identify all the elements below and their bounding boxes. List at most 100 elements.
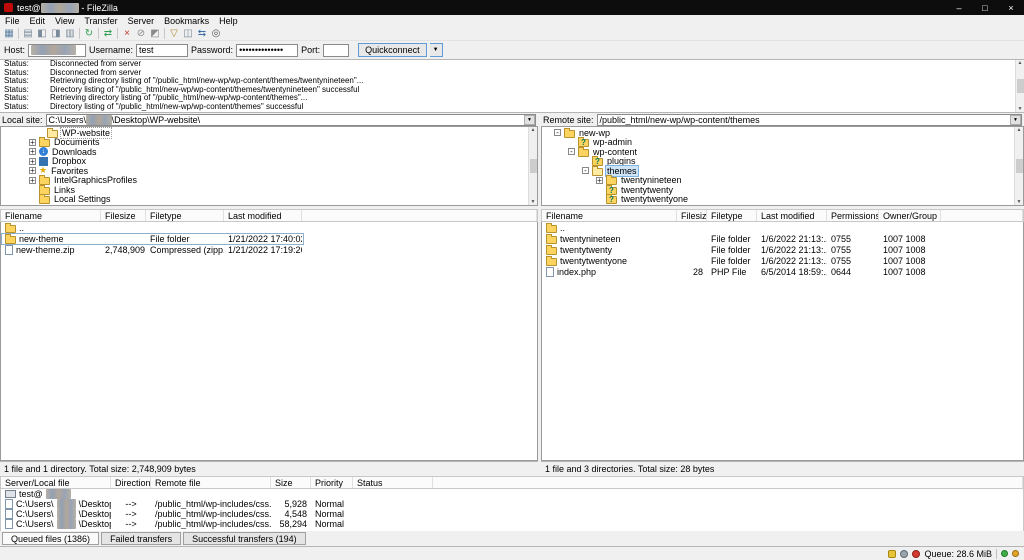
message-log-toggle-icon[interactable]: ▤: [21, 27, 35, 40]
site-manager-icon[interactable]: ▦: [2, 27, 16, 40]
column-filename[interactable]: Filename: [542, 210, 677, 221]
column-last-modified[interactable]: Last modified: [224, 210, 302, 221]
tree-item-favorites[interactable]: +★Favorites: [1, 166, 537, 176]
tab-successful-transfers[interactable]: Successful transfers (194): [183, 532, 306, 545]
disconnect-icon[interactable]: ⊘: [134, 27, 148, 40]
transfer-queue-toggle-icon[interactable]: ▥: [63, 27, 77, 40]
cancel-icon[interactable]: ×: [120, 27, 134, 40]
file-row-parent[interactable]: ..: [542, 222, 1023, 233]
expander-icon[interactable]: +: [29, 167, 36, 174]
tree-item-downloads[interactable]: +↓Downloads: [1, 147, 537, 157]
tab-failed-transfers[interactable]: Failed transfers: [101, 532, 181, 545]
maximize-button[interactable]: □: [972, 0, 998, 15]
local-tree-scrollbar[interactable]: ▲▼: [528, 127, 537, 205]
dropdown-icon[interactable]: ▼: [1010, 115, 1021, 125]
menu-view[interactable]: View: [50, 16, 79, 26]
scroll-thumb[interactable]: [1016, 159, 1023, 173]
quickconnect-dropdown-icon[interactable]: ▼: [430, 43, 443, 57]
column-filetype[interactable]: Filetype: [707, 210, 757, 221]
expander-icon[interactable]: +: [29, 139, 36, 146]
menu-transfer[interactable]: Transfer: [79, 16, 122, 26]
column-status[interactable]: Status: [353, 477, 433, 488]
file-row-parent[interactable]: ..: [1, 222, 537, 233]
local-site-combo[interactable]: C:\Users\████\Desktop\WP-website\ ▼: [46, 114, 536, 126]
queue-server-row[interactable]: test@████: [1, 489, 1023, 499]
column-filesize[interactable]: Filesize: [677, 210, 707, 221]
menu-help[interactable]: Help: [214, 16, 243, 26]
sync-browsing-icon[interactable]: ⇆: [195, 27, 209, 40]
menu-bookmarks[interactable]: Bookmarks: [159, 16, 214, 26]
tree-item-twentytwentyone[interactable]: twentytwentyone: [542, 195, 1023, 205]
column-filesize[interactable]: Filesize: [101, 210, 146, 221]
tree-item-wp-admin[interactable]: wp-admin: [542, 138, 1023, 148]
scroll-thumb[interactable]: [1017, 79, 1024, 93]
host-input[interactable]: ███████: [28, 44, 86, 57]
tree-item-twentynineteen[interactable]: +twentynineteen: [542, 176, 1023, 186]
gear-icon[interactable]: [900, 550, 908, 558]
expander-icon[interactable]: +: [29, 158, 36, 165]
tree-item-local-settings[interactable]: Local Settings: [1, 195, 537, 205]
error-icon[interactable]: [912, 550, 920, 558]
scroll-down-icon[interactable]: ▼: [531, 199, 536, 205]
key-icon[interactable]: [888, 550, 896, 558]
menu-edit[interactable]: Edit: [25, 16, 51, 26]
scroll-up-icon[interactable]: ▲: [531, 127, 536, 133]
tree-item-new-wp[interactable]: -new-wp: [542, 128, 1023, 138]
password-input[interactable]: ••••••••••••••: [236, 44, 298, 57]
minimize-button[interactable]: –: [946, 0, 972, 15]
tree-item-intelgraphicsprofiles[interactable]: +IntelGraphicsProfiles: [1, 176, 537, 186]
column-owner-group[interactable]: Owner/Group: [879, 210, 941, 221]
directory-comparison-icon[interactable]: ◫: [181, 27, 195, 40]
file-row-index-php[interactable]: index.php 28PHP File6/5/2014 18:59:...06…: [542, 266, 1023, 277]
tree-item-themes[interactable]: -themes: [542, 166, 1023, 176]
tree-item-plugins[interactable]: plugins: [542, 157, 1023, 167]
column-permissions[interactable]: Permissions: [827, 210, 879, 221]
queue-item-row[interactable]: C:\Users\███\Desktop\w... -->/public_htm…: [1, 519, 1023, 529]
file-row-new-theme[interactable]: new-theme File folder1/21/2022 17:40:02: [1, 233, 537, 244]
expander-icon[interactable]: -: [568, 148, 575, 155]
column-filename[interactable]: Filename: [1, 210, 101, 221]
file-row-twentytwentyone[interactable]: twentytwentyone File folder1/6/2022 21:1…: [542, 255, 1023, 266]
log-scrollbar[interactable]: ▲▼: [1015, 60, 1024, 112]
file-row-twentytwenty[interactable]: twentytwenty File folder1/6/2022 21:13:.…: [542, 244, 1023, 255]
column-filetype[interactable]: Filetype: [146, 210, 224, 221]
scroll-thumb[interactable]: [530, 159, 537, 173]
dropdown-icon[interactable]: ▼: [524, 115, 535, 125]
column-size[interactable]: Size: [271, 477, 311, 488]
queue-item-row[interactable]: C:\Users\███\Desktop\w... -->/public_htm…: [1, 499, 1023, 509]
expander-icon[interactable]: -: [554, 129, 561, 136]
refresh-icon[interactable]: ↻: [82, 27, 96, 40]
remote-treeview-toggle-icon[interactable]: ◨: [49, 27, 63, 40]
scroll-up-icon[interactable]: ▲: [1017, 127, 1022, 133]
remote-tree-scrollbar[interactable]: ▲▼: [1014, 127, 1023, 205]
expander-icon[interactable]: +: [596, 177, 603, 184]
file-row-new-theme-zip[interactable]: new-theme.zip 2,748,909Compressed (zipp.…: [1, 244, 537, 255]
tree-item-links[interactable]: Links: [1, 185, 537, 195]
tree-item-twentytwenty[interactable]: twentytwenty: [542, 185, 1023, 195]
expander-icon[interactable]: -: [582, 167, 589, 174]
column-server-local-file[interactable]: Server/Local file: [1, 477, 111, 488]
filter-icon[interactable]: ▽: [167, 27, 181, 40]
close-button[interactable]: ×: [998, 0, 1024, 15]
find-files-icon[interactable]: ◎: [209, 27, 223, 40]
menu-file[interactable]: File: [0, 16, 25, 26]
username-input[interactable]: test: [136, 44, 188, 57]
queue-item-row[interactable]: C:\Users\███\Desktop\w... -->/public_htm…: [1, 509, 1023, 519]
column-direction[interactable]: Direction: [111, 477, 151, 488]
tree-item-wp-website[interactable]: WP-website: [1, 128, 537, 138]
scroll-down-icon[interactable]: ▼: [1017, 199, 1022, 205]
scroll-down-icon[interactable]: ▼: [1018, 106, 1023, 112]
remote-site-combo[interactable]: /public_html/new-wp/wp-content/themes ▼: [597, 114, 1022, 126]
expander-icon[interactable]: +: [29, 177, 36, 184]
tab-queued-files[interactable]: Queued files (1386): [2, 532, 99, 545]
reconnect-icon[interactable]: ◩: [148, 27, 162, 40]
expander-icon[interactable]: +: [29, 148, 36, 155]
process-queue-icon[interactable]: ⇄: [101, 27, 115, 40]
scroll-up-icon[interactable]: ▲: [1018, 60, 1023, 66]
tree-item-documents[interactable]: +Documents: [1, 138, 537, 148]
local-treeview-toggle-icon[interactable]: ◧: [35, 27, 49, 40]
column-last-modified[interactable]: Last modified: [757, 210, 827, 221]
column-remote-file[interactable]: Remote file: [151, 477, 271, 488]
menu-server[interactable]: Server: [123, 16, 160, 26]
file-row-twentynineteen[interactable]: twentynineteen File folder1/6/2022 21:13…: [542, 233, 1023, 244]
